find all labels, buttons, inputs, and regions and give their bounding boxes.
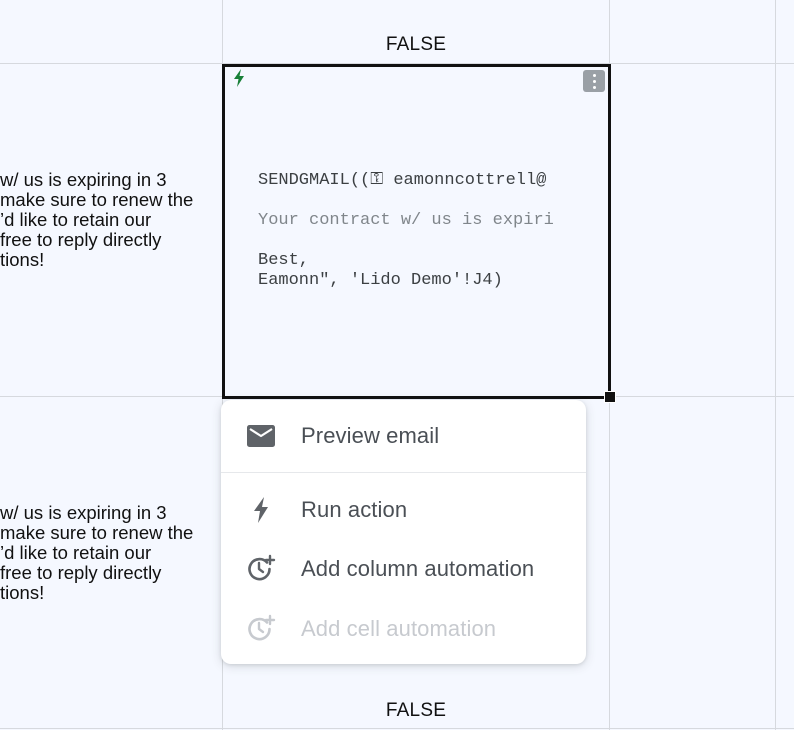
menu-item-label: Preview email [301,423,440,448]
clock-plus-icon [221,554,301,584]
menu-item-label: Run action [301,497,408,522]
cell-text-line: ’d like to retain our [0,209,152,230]
fill-handle[interactable] [604,391,616,403]
menu-item-run-action[interactable]: Run action [221,482,586,538]
menu-item-add-column-automation[interactable]: Add column automation [221,541,586,597]
bolt-icon [221,497,301,523]
formula-line: Best, [258,251,310,270]
menu-divider [221,472,586,473]
column-divider [775,0,776,730]
menu-item-add-cell-automation: Add cell automation [221,601,586,657]
email-body-cell[interactable]: w/ us is expiring in 3 make sure to rene… [0,170,222,270]
formula-line: Eamonn", 'Lido Demo'!J4) [258,271,503,290]
cell-text-line: free to reply directly [0,229,162,250]
cell-text-line: tions! [0,582,45,603]
bolt-icon [233,69,245,92]
formula-text: SENDGMAIL((⚿ eamonncottrell@ Your contra… [258,171,603,291]
cell-text-line: make sure to renew the [0,189,194,210]
cell-value-false[interactable]: FALSE [223,34,609,56]
formula-line: Your contract w/ us is expiri [258,211,554,230]
cell-text-line: ’d like to retain our [0,542,152,563]
cell-options-icon[interactable] [583,70,605,92]
context-menu: Preview email Run action Add column auto… [221,400,586,664]
menu-item-preview-email[interactable]: Preview email [221,408,586,464]
mail-icon [221,425,301,447]
row-divider [0,728,794,729]
cell-text-line: make sure to renew the [0,522,194,543]
cell-text-line: free to reply directly [0,562,162,583]
active-formula-cell[interactable]: SENDGMAIL((⚿ eamonncottrell@ Your contra… [222,64,611,399]
clock-plus-icon [221,614,301,644]
email-body-cell[interactable]: w/ us is expiring in 3 make sure to rene… [0,503,222,603]
menu-item-label: Add cell automation [301,616,497,641]
cell-text-line: w/ us is expiring in 3 [0,170,167,190]
cell-text-line: tions! [0,249,45,270]
formula-line: SENDGMAIL((⚿ eamonncottrell@ [258,171,547,190]
cell-text-line: w/ us is expiring in 3 [0,503,167,523]
cell-value-false[interactable]: FALSE [223,700,609,722]
menu-item-label: Add column automation [301,556,535,581]
